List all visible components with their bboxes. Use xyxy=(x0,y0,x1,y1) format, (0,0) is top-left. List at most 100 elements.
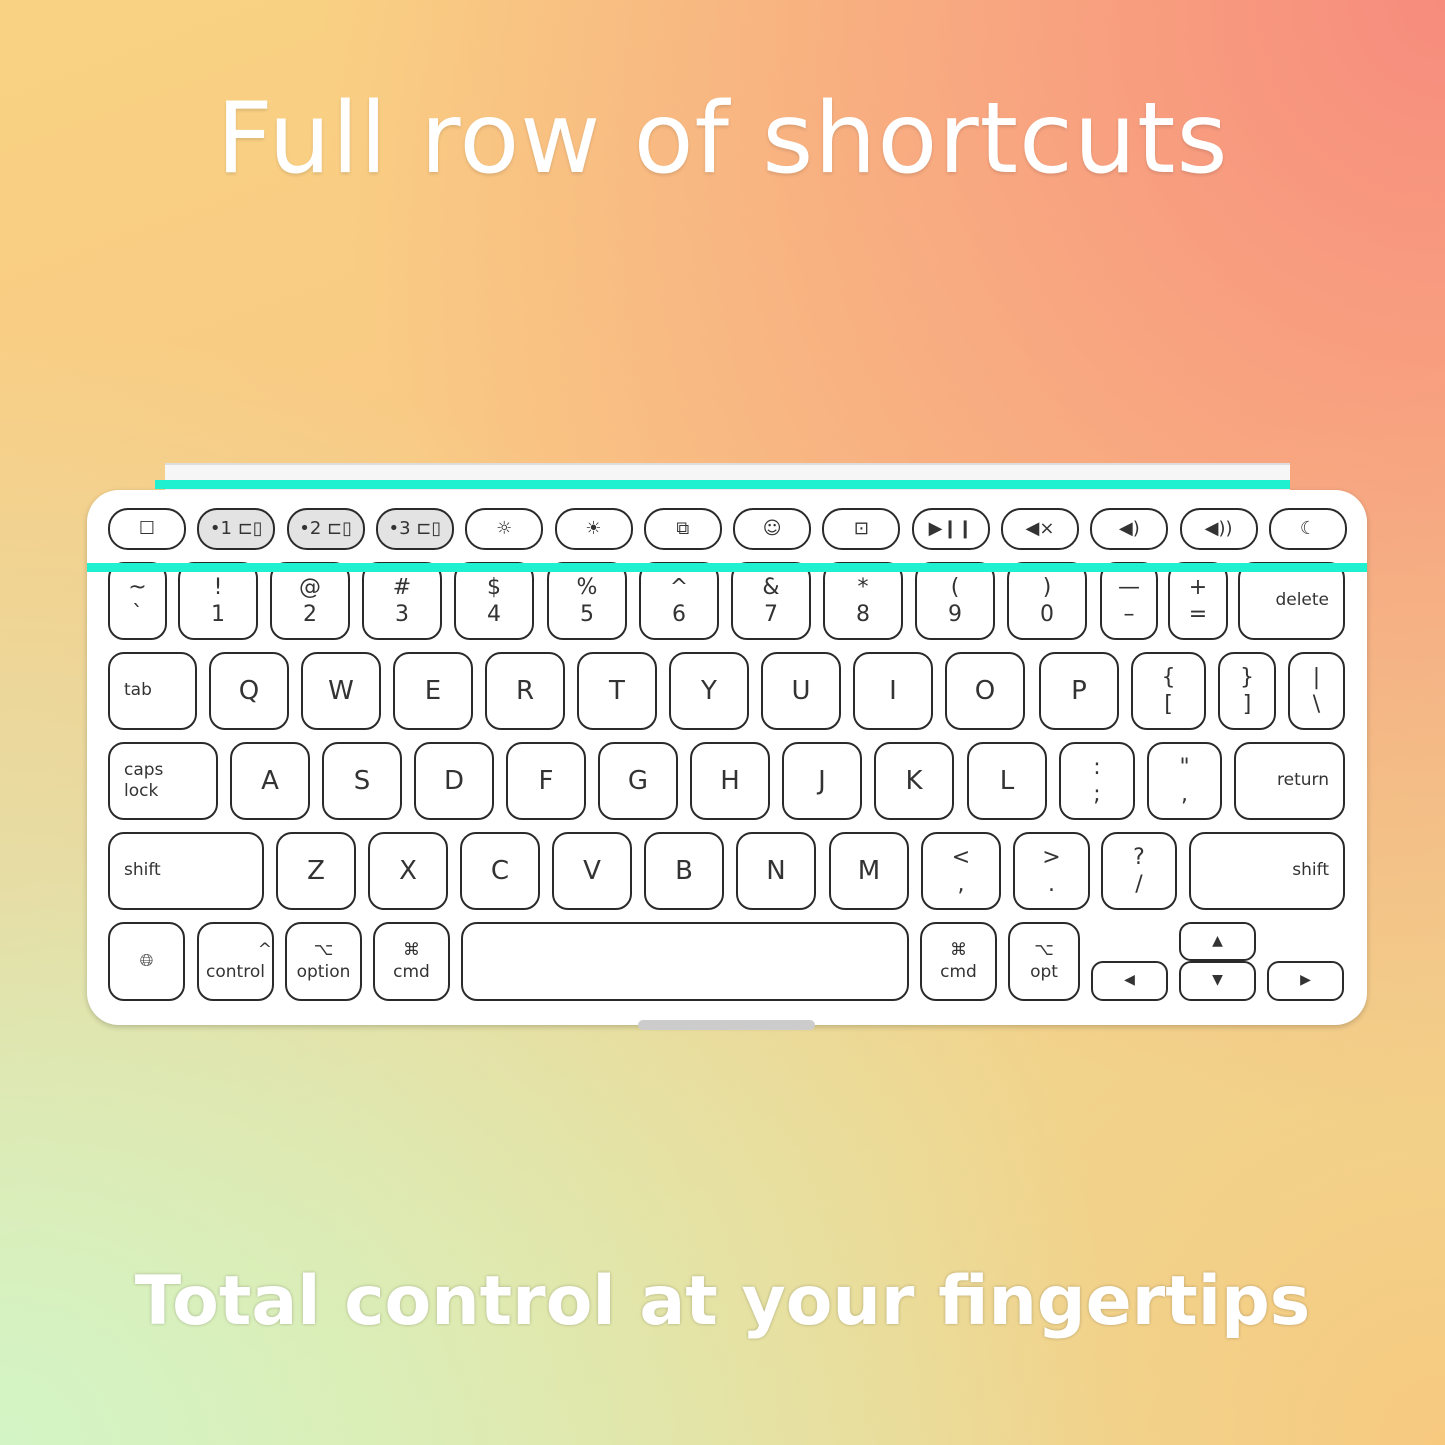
function-key-brightness-down[interactable]: ☼ xyxy=(465,508,544,550)
function-key-mute[interactable]: ◀× xyxy=(1001,508,1079,550)
right-bracket-key[interactable]: }] xyxy=(1218,652,1276,730)
arrow-down-key[interactable]: ▼ xyxy=(1179,961,1256,1001)
key-bottom-legend: 6 xyxy=(672,602,686,627)
key-top-legend: & xyxy=(762,574,780,600)
1-key[interactable]: ! 1 xyxy=(178,562,258,640)
function-key-square[interactable]: ☐ xyxy=(108,508,186,550)
key-bottom-legend: 4 xyxy=(487,602,501,627)
key-top-legend: — xyxy=(1118,574,1140,600)
period-key[interactable]: >. xyxy=(1013,832,1090,910)
q-key[interactable]: Q xyxy=(209,652,289,730)
right-shift-key[interactable]: shift xyxy=(1189,832,1345,910)
delete-key[interactable]: delete xyxy=(1238,562,1345,640)
function-key-device-3[interactable]: •3 ⊏▯ xyxy=(375,508,454,550)
d-key[interactable]: D xyxy=(414,742,494,820)
l-key[interactable]: L xyxy=(967,742,1047,820)
s-label: S xyxy=(353,765,371,796)
o-key[interactable]: O xyxy=(945,652,1025,730)
v-key[interactable]: V xyxy=(552,832,632,910)
key-bottom-legend: . xyxy=(1048,872,1055,897)
equals-key[interactable]: + = xyxy=(1168,562,1228,640)
r-key[interactable]: R xyxy=(485,652,565,730)
n-key[interactable]: N xyxy=(736,832,816,910)
4-key[interactable]: $4 xyxy=(454,562,534,640)
space-key[interactable] xyxy=(461,922,909,1001)
return-key[interactable]: return xyxy=(1234,742,1345,820)
arrow-left-key[interactable]: ◀ xyxy=(1091,961,1168,1001)
arrow-up-key[interactable]: ▲ xyxy=(1179,922,1256,961)
y-key[interactable]: Y xyxy=(669,652,749,730)
caps-lock-key[interactable]: caps lock xyxy=(108,742,218,820)
minus-key[interactable]: — – xyxy=(1100,562,1158,640)
moon-icon: ☾ xyxy=(1299,517,1316,539)
k-key[interactable]: K xyxy=(874,742,954,820)
d-label: D xyxy=(443,765,465,796)
h-key[interactable]: H xyxy=(690,742,770,820)
t-key[interactable]: T xyxy=(577,652,657,730)
k-label: K xyxy=(905,765,923,796)
control-key[interactable]: ^ control xyxy=(197,922,274,1001)
z-key[interactable]: Z xyxy=(276,832,356,910)
key-top-legend: ! xyxy=(213,574,223,600)
2-key[interactable]: @2 xyxy=(270,562,350,640)
g-key[interactable]: G xyxy=(598,742,678,820)
q-label: Q xyxy=(238,675,260,706)
function-key-device-1[interactable]: •1 ⊏▯ xyxy=(197,508,276,550)
comma-key[interactable]: <, xyxy=(921,832,1001,910)
tab-key[interactable]: tab xyxy=(108,652,197,730)
key-top-legend: ^ xyxy=(257,940,272,961)
key-bottom-legend: opt xyxy=(1030,961,1058,982)
m-key[interactable]: M xyxy=(829,832,909,910)
app-switch-icon: ⧉ xyxy=(676,517,690,539)
left-cmd-key[interactable]: ⌘ cmd xyxy=(373,922,450,1001)
u-key[interactable]: U xyxy=(761,652,841,730)
3-key[interactable]: #3 xyxy=(362,562,442,640)
delete-label: delete xyxy=(1275,590,1329,611)
backslash-key[interactable]: | \ xyxy=(1288,652,1345,730)
g-label: G xyxy=(627,765,649,796)
s-key[interactable]: S xyxy=(322,742,402,820)
j-key[interactable]: J xyxy=(782,742,862,820)
arrow-right-key[interactable]: ▶ xyxy=(1267,961,1344,1001)
p-key[interactable]: P xyxy=(1039,652,1119,730)
key-top-legend: # xyxy=(392,574,412,600)
right-cmd-key[interactable]: ⌘ cmd xyxy=(920,922,997,1001)
b-key[interactable]: B xyxy=(644,832,724,910)
left-bracket-key[interactable]: {[ xyxy=(1131,652,1206,730)
6-key[interactable]: ^ 6 xyxy=(639,562,719,640)
8-key[interactable]: * 8 xyxy=(823,562,903,640)
f-key[interactable]: F xyxy=(506,742,586,820)
function-key-volume-down[interactable]: ◀) xyxy=(1090,508,1169,550)
globe-key[interactable]: 🌐︎ xyxy=(108,922,185,1001)
function-key-volume-up[interactable]: ◀)) xyxy=(1179,508,1258,550)
function-key-moon[interactable]: ☾ xyxy=(1268,508,1347,550)
5-key[interactable]: % 5 xyxy=(547,562,627,640)
function-key-app-switch[interactable]: ⧉ xyxy=(643,508,722,550)
function-key-emoji[interactable]: ☺ xyxy=(733,508,812,550)
grave-key[interactable]: ~ ` xyxy=(108,562,167,640)
key-top-legend: } xyxy=(1240,664,1254,690)
option-key[interactable]: ⌥ option xyxy=(285,922,362,1001)
right-option-key[interactable]: ⌥ opt xyxy=(1008,922,1080,1001)
function-key-brightness-up[interactable]: ☀ xyxy=(554,508,633,550)
i-key[interactable]: I xyxy=(853,652,933,730)
quote-key[interactable]: ", xyxy=(1147,742,1222,820)
7-key[interactable]: & 7 xyxy=(731,562,811,640)
function-key-play-pause[interactable]: ▶❙❙ xyxy=(911,508,990,550)
c-key[interactable]: C xyxy=(460,832,540,910)
e-key[interactable]: E xyxy=(393,652,473,730)
n-label: N xyxy=(766,855,786,886)
a-key[interactable]: A xyxy=(230,742,310,820)
left-shift-key[interactable]: shift xyxy=(108,832,264,910)
w-label: W xyxy=(328,675,354,706)
9-key[interactable]: (9 xyxy=(915,562,995,640)
function-key-device-2[interactable]: •2 ⊏▯ xyxy=(286,508,365,550)
highlight-line-top xyxy=(155,480,1290,489)
semicolon-key[interactable]: :; xyxy=(1059,742,1135,820)
b-label: B xyxy=(675,855,693,886)
0-key[interactable]: ) 0 xyxy=(1007,562,1087,640)
slash-key[interactable]: ? / xyxy=(1101,832,1177,910)
function-key-screenshot[interactable]: ⊡ xyxy=(822,508,901,550)
x-key[interactable]: X xyxy=(368,832,448,910)
w-key[interactable]: W xyxy=(301,652,381,730)
